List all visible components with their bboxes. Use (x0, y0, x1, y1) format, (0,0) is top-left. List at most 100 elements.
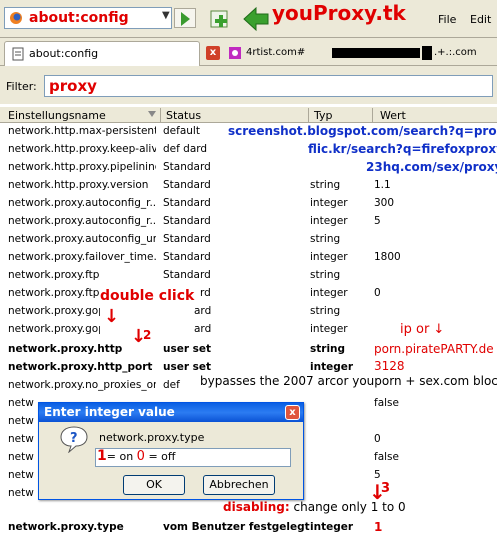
menu-edit[interactable]: Edit (470, 13, 491, 26)
svg-text:?: ? (70, 431, 78, 446)
pref-name: network.http.max-persistent... (8, 125, 156, 137)
sort-arrow-icon (148, 111, 156, 117)
tab-bar: about:config x 4rtist.com# .+.:.com (0, 38, 497, 66)
column-type[interactable]: Typ (314, 109, 333, 122)
pref-name: network.proxy.ftp (8, 269, 100, 281)
pref-name: netw (8, 451, 34, 463)
pref-status: vom Benutzer festgelegt (163, 521, 310, 533)
pref-name: netw (8, 397, 34, 409)
pref-type: integer (310, 323, 348, 335)
url-text: about:config (29, 10, 129, 26)
column-divider[interactable] (372, 108, 373, 122)
pref-status: Standard (163, 179, 211, 191)
tab-label: about:config (29, 47, 99, 60)
pref-type: string (310, 233, 341, 245)
pref-status: def dard (163, 143, 208, 155)
pref-value: 1800 (374, 251, 401, 263)
pref-name: network.http.proxy.pipelining (8, 161, 156, 173)
pref-name: network.proxy.autoconfig_url (8, 233, 156, 245)
pref-type: integer (310, 197, 348, 209)
pref-name: network.proxy.gop (8, 305, 100, 317)
table-row[interactable]: network.proxy.type vom Benutzer festgeleg… (0, 519, 497, 536)
dialog-hint: 1= on 0 = off (97, 448, 175, 468)
integer-dialog: Enter integer value x ? network.proxy.ty… (38, 402, 304, 500)
dialog-titlebar[interactable]: Enter integer value x (39, 403, 303, 422)
pref-value: 0 (374, 433, 381, 445)
page-icon (12, 47, 24, 61)
pref-type: string (310, 179, 341, 191)
pref-type: integer (310, 361, 354, 373)
table-row[interactable]: network.proxy.http user set string porn.pir… (0, 341, 497, 359)
overlay-title: youProxy.tk (272, 1, 406, 25)
pref-value: false (374, 397, 399, 409)
pref-name: netw (8, 487, 34, 499)
column-divider[interactable] (308, 108, 309, 122)
pref-status: Standard (163, 233, 211, 245)
pref-name: network.proxy.failover_time... (8, 251, 156, 263)
cancel-button[interactable]: Abbrechen (203, 475, 275, 495)
column-value[interactable]: Wert (380, 109, 406, 122)
table-row[interactable]: network.proxy.ftp rd integer 0 (0, 285, 497, 303)
annotation-disabling-text: change only 1 to 0 (289, 500, 406, 514)
pref-name: netw (8, 469, 34, 481)
pref-name: network.proxy.type (8, 521, 124, 533)
pref-type: integer (310, 287, 348, 299)
column-divider[interactable] (160, 108, 161, 122)
annotation-disabling-label: disabling: (223, 500, 290, 514)
pref-name: network.proxy.autoconfig_r... (8, 215, 156, 227)
url-bar[interactable]: about:config ▼ (4, 7, 172, 29)
redaction-bar (422, 46, 432, 60)
annotation-step-number: 3 (381, 481, 391, 496)
annotation-double-click: double click (100, 288, 195, 304)
pref-status: Standard (163, 251, 211, 263)
tab-second-label: 4rtist.com# (246, 47, 306, 58)
hint-on: = on (106, 450, 137, 463)
pref-name: network.proxy.http_port (8, 361, 153, 373)
pref-status: Standard (163, 215, 211, 227)
filter-value: proxy (49, 77, 97, 95)
column-status[interactable]: Status (166, 109, 201, 122)
hint-zero: 0 (136, 449, 145, 464)
table-row[interactable]: network.proxy.autoconfig_r... Standard int… (0, 195, 497, 213)
chevron-down-icon[interactable]: ▼ (162, 10, 170, 21)
back-arrow-icon[interactable] (242, 6, 270, 32)
pref-value: porn.piratePARTY.de (374, 342, 494, 356)
column-name[interactable]: Einstellungsname (8, 109, 106, 122)
pref-status: Standard (163, 269, 211, 281)
browser-toolbar: about:config ▼ youProxy.tk File Edit (0, 0, 497, 38)
pref-name: netw (8, 415, 34, 427)
pref-name: network.proxy.autoconfig_r... (8, 197, 156, 209)
pref-value: 0 (374, 287, 381, 299)
go-button[interactable] (174, 8, 196, 28)
table-row[interactable]: network.http.proxy.version Standard string… (0, 177, 497, 195)
pref-name: network.proxy.gop (8, 323, 100, 335)
go-arrow-icon (181, 12, 190, 26)
menu-file[interactable]: File (438, 13, 456, 26)
filter-input[interactable]: proxy (44, 75, 493, 97)
pref-value: 1 (374, 520, 383, 534)
annotation-link: 23hq.com/sex/proxy (366, 160, 497, 174)
pref-value: 1.1 (374, 179, 391, 191)
site-icon (229, 47, 241, 59)
ok-button[interactable]: OK (123, 475, 185, 495)
hint-one: 1 (97, 448, 107, 464)
pref-name: netw (8, 433, 34, 445)
pref-status: Standard (163, 197, 211, 209)
table-row[interactable]: network.proxy.failover_time... Standard in… (0, 249, 497, 267)
close-icon[interactable]: x (285, 405, 300, 420)
table-row[interactable]: network.proxy.autoconfig_url Standard stri… (0, 231, 497, 249)
table-row[interactable]: network.proxy.ftp Standard string (0, 267, 497, 285)
annotation-link: screenshot.blogspot.com/search?q=proxy (228, 124, 497, 138)
tab-second-rest: .+.:.com (434, 47, 477, 58)
pref-name: network.proxy.no_proxies_on (8, 379, 156, 391)
annotation-disabling: disabling: change only 1 to 0 (223, 500, 406, 514)
close-tab-icon[interactable]: x (206, 46, 220, 60)
new-tab-icon[interactable] (208, 7, 232, 31)
pref-status: user set (163, 343, 212, 355)
table-row[interactable]: network.proxy.gop ard string (0, 303, 497, 321)
pref-type: string (310, 305, 341, 317)
tab-second[interactable]: 4rtist.com# .+.:.com (224, 43, 497, 65)
tab-about-config[interactable]: about:config (4, 41, 200, 66)
table-row[interactable]: network.proxy.autoconfig_r... Standard int… (0, 213, 497, 231)
redaction-bar (332, 48, 420, 58)
